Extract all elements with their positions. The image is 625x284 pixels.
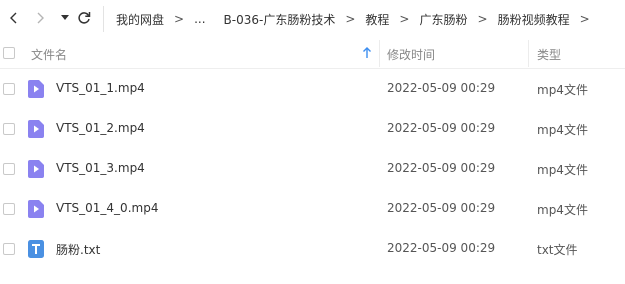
back-button[interactable] bbox=[4, 8, 24, 28]
breadcrumb-separator: > bbox=[174, 12, 185, 26]
breadcrumb-separator: > bbox=[579, 12, 590, 26]
column-header-name[interactable]: 文件名 bbox=[31, 46, 67, 63]
file-mtime: 2022-05-09 00:29 bbox=[387, 241, 496, 255]
sort-ascending-arrow-icon[interactable] bbox=[362, 47, 372, 59]
forward-button[interactable] bbox=[30, 8, 50, 28]
column-header-mtime[interactable]: 修改时间 bbox=[387, 46, 435, 63]
video-file-icon bbox=[28, 80, 44, 98]
row-checkbox[interactable] bbox=[3, 83, 15, 95]
refresh-icon bbox=[78, 12, 91, 24]
file-name[interactable]: VTS_01_2.mp4 bbox=[56, 121, 145, 135]
toolbar: 我的网盘 > ... B-036-广东肠粉技术 > 教程 > 广东肠粉 > 肠粉… bbox=[0, 0, 625, 38]
text-file-icon bbox=[28, 240, 44, 258]
file-name[interactable]: 肠粉.txt bbox=[56, 241, 100, 258]
file-row[interactable]: 肠粉.txt 2022-05-09 00:29 txt文件 bbox=[0, 229, 625, 269]
breadcrumb-item-b036[interactable]: B-036-广东肠粉技术 bbox=[224, 11, 336, 28]
breadcrumb-item-tutorial[interactable]: 教程 bbox=[365, 11, 389, 28]
column-divider[interactable] bbox=[379, 40, 380, 67]
caret-down-icon bbox=[61, 15, 69, 20]
refresh-button[interactable] bbox=[74, 8, 94, 28]
row-checkbox[interactable] bbox=[3, 163, 15, 175]
toolbar-divider bbox=[103, 6, 104, 32]
file-row[interactable]: VTS_01_3.mp4 2022-05-09 00:29 mp4文件 bbox=[0, 149, 625, 189]
breadcrumb-separator: > bbox=[399, 12, 410, 26]
row-checkbox[interactable] bbox=[3, 123, 15, 135]
select-all-checkbox[interactable] bbox=[3, 47, 15, 59]
file-mtime: 2022-05-09 00:29 bbox=[387, 121, 496, 135]
file-type: mp4文件 bbox=[537, 123, 588, 137]
breadcrumb-item-root[interactable]: 我的网盘 bbox=[116, 11, 164, 28]
video-file-icon bbox=[28, 200, 44, 218]
file-mtime: 2022-05-09 00:29 bbox=[387, 161, 496, 175]
breadcrumb-separator: > bbox=[477, 12, 488, 26]
breadcrumb: 我的网盘 > ... B-036-广东肠粉技术 > 教程 > 广东肠粉 > 肠粉… bbox=[116, 0, 600, 38]
file-name[interactable]: VTS_01_1.mp4 bbox=[56, 81, 145, 95]
file-type: mp4文件 bbox=[537, 163, 588, 177]
breadcrumb-item-guangdong[interactable]: 广东肠粉 bbox=[419, 11, 467, 28]
breadcrumb-separator: > bbox=[345, 12, 356, 26]
file-row[interactable]: VTS_01_1.mp4 2022-05-09 00:29 mp4文件 bbox=[0, 69, 625, 109]
row-checkbox[interactable] bbox=[3, 243, 15, 255]
file-name[interactable]: VTS_01_4_0.mp4 bbox=[56, 201, 158, 215]
file-row[interactable]: VTS_01_4_0.mp4 2022-05-09 00:29 mp4文件 bbox=[0, 189, 625, 229]
column-divider[interactable] bbox=[528, 40, 529, 67]
file-type: mp4文件 bbox=[537, 203, 588, 217]
chevron-left-icon bbox=[10, 12, 17, 24]
breadcrumb-item-video-tutorial[interactable]: 肠粉视频教程 bbox=[498, 11, 570, 28]
file-mtime: 2022-05-09 00:29 bbox=[387, 81, 496, 95]
video-file-icon bbox=[28, 120, 44, 138]
file-list-header: 文件名 修改时间 类型 bbox=[0, 38, 625, 69]
file-type: txt文件 bbox=[537, 243, 578, 257]
column-header-type[interactable]: 类型 bbox=[537, 46, 561, 63]
chevron-right-icon bbox=[37, 12, 44, 24]
file-type: mp4文件 bbox=[537, 83, 588, 97]
file-mtime: 2022-05-09 00:29 bbox=[387, 201, 496, 215]
video-file-icon bbox=[28, 160, 44, 178]
breadcrumb-item-ellipsis[interactable]: ... bbox=[194, 12, 205, 26]
row-checkbox[interactable] bbox=[3, 203, 15, 215]
history-dropdown-button[interactable] bbox=[55, 8, 75, 28]
file-name[interactable]: VTS_01_3.mp4 bbox=[56, 161, 145, 175]
file-row[interactable]: VTS_01_2.mp4 2022-05-09 00:29 mp4文件 bbox=[0, 109, 625, 149]
